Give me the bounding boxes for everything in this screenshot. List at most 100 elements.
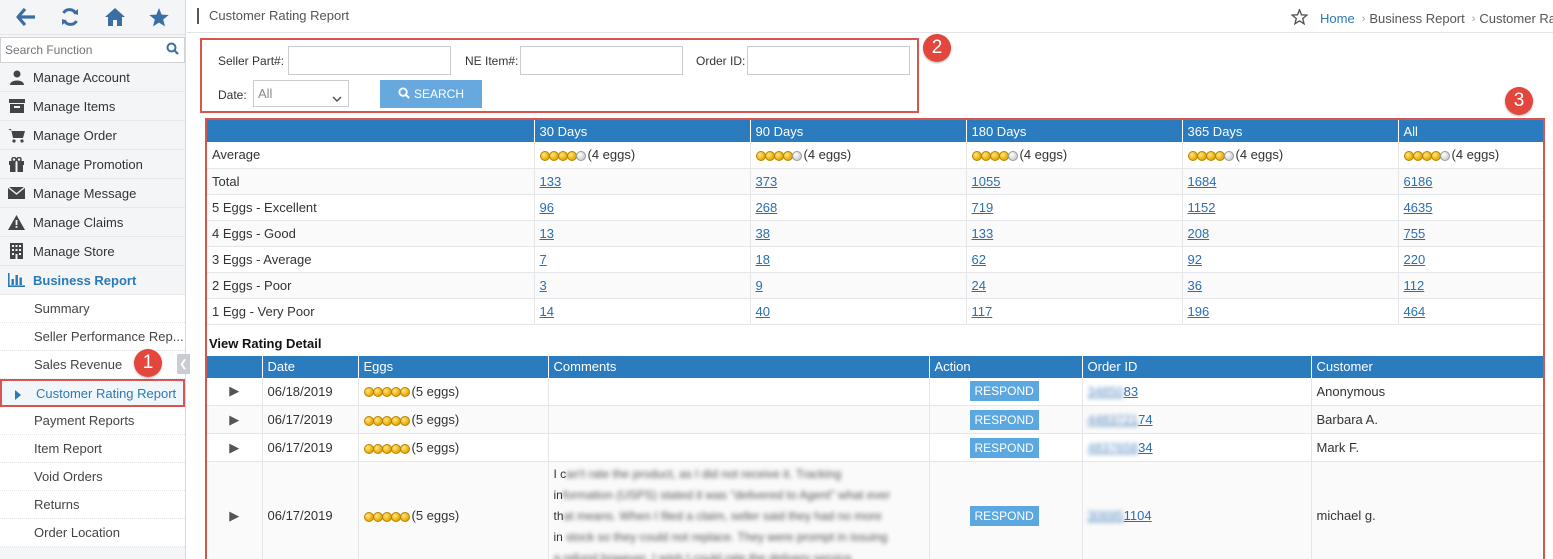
submenu-item-report[interactable]: Item Report [0,435,185,463]
page-title: Customer Rating Report [197,8,349,24]
count-link[interactable]: 7 [540,252,547,267]
count-link[interactable]: 24 [972,278,986,293]
menu-manage-message[interactable]: Manage Message [0,179,185,208]
star-icon[interactable] [147,5,171,29]
menu-business-report[interactable]: Business Report [0,266,185,295]
caret-right-icon: ▶ [229,411,240,427]
order-id-link[interactable]: 483765834 [1088,440,1153,455]
customer-cell: Barbara A. [1311,405,1543,434]
count-link[interactable]: 96 [540,200,554,215]
comment-clear: in [553,488,563,502]
submenu-customer-rating-report[interactable]: Customer Rating Report [0,379,185,407]
count-link[interactable]: 1684 [1188,174,1217,189]
count-link[interactable]: 719 [972,200,994,215]
count-link[interactable]: 13 [540,226,554,241]
count-link[interactable]: 755 [1404,226,1426,241]
respond-button[interactable]: RESPOND [969,381,1039,402]
function-search[interactable] [0,37,185,63]
menu-manage-store[interactable]: Manage Store [0,237,185,266]
order-id-tail: 1104 [1123,508,1152,523]
column-header: 180 Days [966,120,1183,142]
count-link[interactable]: 1055 [972,174,1001,189]
count-link[interactable]: 38 [756,226,770,241]
order-id-input[interactable] [747,46,910,75]
count-link[interactable]: 18 [756,252,770,267]
row-label: 5 Eggs - Excellent [207,194,535,221]
count-link[interactable]: 3 [540,278,547,293]
expand-row-toggle[interactable]: ▶ [207,377,263,406]
expand-row-toggle[interactable]: ▶ [207,433,263,462]
average-cell: (4 eggs) [1182,142,1399,169]
count-link[interactable]: 373 [756,174,778,189]
column-header: 90 Days [750,120,967,142]
count-link[interactable]: 1152 [1188,200,1216,215]
count-cell: 719 [966,194,1183,221]
column-header: Customer [1311,355,1543,378]
submenu-summary[interactable]: Summary [0,295,185,323]
count-link[interactable]: 14 [540,304,554,319]
back-arrow-icon[interactable] [14,5,38,29]
top-bar: Customer Rating Report Home › Business R… [187,0,1553,33]
menu-manage-promotion[interactable]: Manage Promotion [0,150,185,179]
search-icon[interactable] [166,42,179,58]
submenu-order-location[interactable]: Order Location [0,519,185,547]
count-link[interactable]: 464 [1404,304,1426,319]
count-link[interactable]: 6186 [1404,174,1433,189]
seller-part-input[interactable] [288,46,451,75]
order-id-redacted: 4837658 [1087,440,1139,455]
count-link[interactable]: 117 [972,304,993,319]
egg-rating-icon [1187,150,1234,161]
respond-button[interactable]: RESPOND [969,437,1039,458]
count-link[interactable]: 133 [972,226,994,241]
count-link[interactable]: 36 [1188,278,1202,293]
order-id-link[interactable]: 448372174 [1088,412,1153,427]
column-header: 365 Days [1182,120,1399,142]
date-select-value: All [258,86,273,101]
count-link[interactable]: 208 [1188,226,1210,241]
count-link[interactable]: 220 [1404,252,1426,267]
menu-manage-claims[interactable]: Manage Claims [0,208,185,237]
submenu-payment-reports[interactable]: Payment Reports [0,407,185,435]
favorite-star-icon[interactable] [1290,7,1309,28]
count-link[interactable]: 133 [540,174,562,189]
comment-redacted: at means. When I filed a claim, seller s… [563,509,882,523]
respond-button[interactable]: RESPOND [969,505,1039,526]
submenu-seller-performance[interactable]: Seller Performance Rep... [0,323,185,351]
column-header: Date [262,355,359,378]
count-link[interactable]: 92 [1188,252,1202,267]
table-row: 2 Eggs - Poor 3 9 24 36 112 [207,272,1543,299]
count-link[interactable]: 196 [1188,304,1210,319]
ne-item-input[interactable] [520,46,683,75]
caret-right-icon: ▶ [229,439,240,455]
search-button[interactable]: SEARCH [380,80,482,108]
refresh-icon[interactable] [58,5,82,29]
submenu-void-orders[interactable]: Void Orders [0,463,185,491]
count-link[interactable]: 62 [972,252,986,267]
menu-manage-account[interactable]: Manage Account [0,63,185,92]
count-link[interactable]: 9 [756,278,763,293]
order-id-link[interactable]: 306951104 [1088,508,1152,523]
count-link[interactable]: 4635 [1404,200,1433,215]
count-link[interactable]: 112 [1404,278,1425,293]
submenu-returns[interactable]: Returns [0,491,185,519]
order-id-redacted: 30695 [1087,508,1124,523]
breadcrumb-home-link[interactable]: Home [1320,11,1355,26]
respond-button[interactable]: RESPOND [969,409,1039,430]
breadcrumb-section[interactable]: Business Report [1369,11,1464,26]
egg-rating-icon [539,150,586,161]
date-select[interactable]: All [253,80,349,107]
menu-manage-items[interactable]: Manage Items [0,92,185,121]
count-link[interactable]: 40 [756,304,770,319]
home-icon[interactable] [103,5,127,29]
count-link[interactable]: 268 [756,200,778,215]
expand-row-toggle[interactable]: ▶ [207,461,263,559]
search-function-input[interactable] [1,38,184,62]
order-id-link[interactable]: 3485083 [1088,384,1139,399]
row-label: 1 Egg - Very Poor [207,298,535,325]
menu-manage-order[interactable]: Manage Order [0,121,185,150]
expand-row-toggle[interactable]: ▶ [207,405,263,434]
menu-label: Manage Claims [33,214,124,230]
customer-cell: Anonymous [1311,377,1543,406]
column-header [207,120,535,142]
collapse-sidebar-button[interactable]: ❮ [177,354,190,374]
